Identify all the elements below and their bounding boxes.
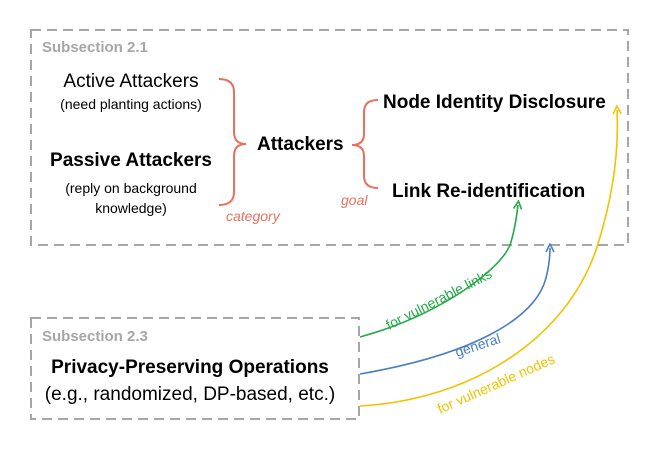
subsection-2-3-title: Subsection 2.3 bbox=[42, 328, 148, 345]
node-identity-disclosure-label: Node Identity Disclosure bbox=[383, 92, 606, 113]
edge-general-label: general bbox=[453, 330, 502, 360]
active-attackers-label: Active Attackers bbox=[63, 71, 198, 92]
category-bracket bbox=[218, 78, 247, 206]
goal-bracket bbox=[351, 99, 379, 189]
passive-attackers-note-line1: (reply on background bbox=[65, 180, 197, 196]
passive-attackers-note-line2: knowledge) bbox=[95, 200, 167, 216]
edge-vulnerable-links-label: for vulnerable links bbox=[383, 265, 494, 332]
edge-general-arrow bbox=[359, 248, 550, 375]
goal-label: goal bbox=[341, 192, 368, 208]
diagram-canvas: Subsection 2.1 Active Attackers (need pl… bbox=[30, 29, 629, 420]
attackers-label: Attackers bbox=[257, 134, 344, 155]
subsection-2-1-title: Subsection 2.1 bbox=[42, 39, 148, 56]
privacy-operations-label: Privacy-Preserving Operations bbox=[51, 357, 329, 378]
privacy-operations-note: (e.g., randomized, DP-based, etc.) bbox=[45, 384, 335, 405]
passive-attackers-label: Passive Attackers bbox=[50, 150, 212, 171]
edge-vulnerable-nodes-label: for vulnerable nodes bbox=[435, 351, 557, 417]
category-label: category bbox=[226, 208, 281, 224]
link-reidentification-label: Link Re-identification bbox=[392, 181, 585, 202]
edge-vulnerable-nodes-arrow bbox=[359, 110, 617, 407]
active-attackers-note: (need planting actions) bbox=[60, 96, 202, 112]
